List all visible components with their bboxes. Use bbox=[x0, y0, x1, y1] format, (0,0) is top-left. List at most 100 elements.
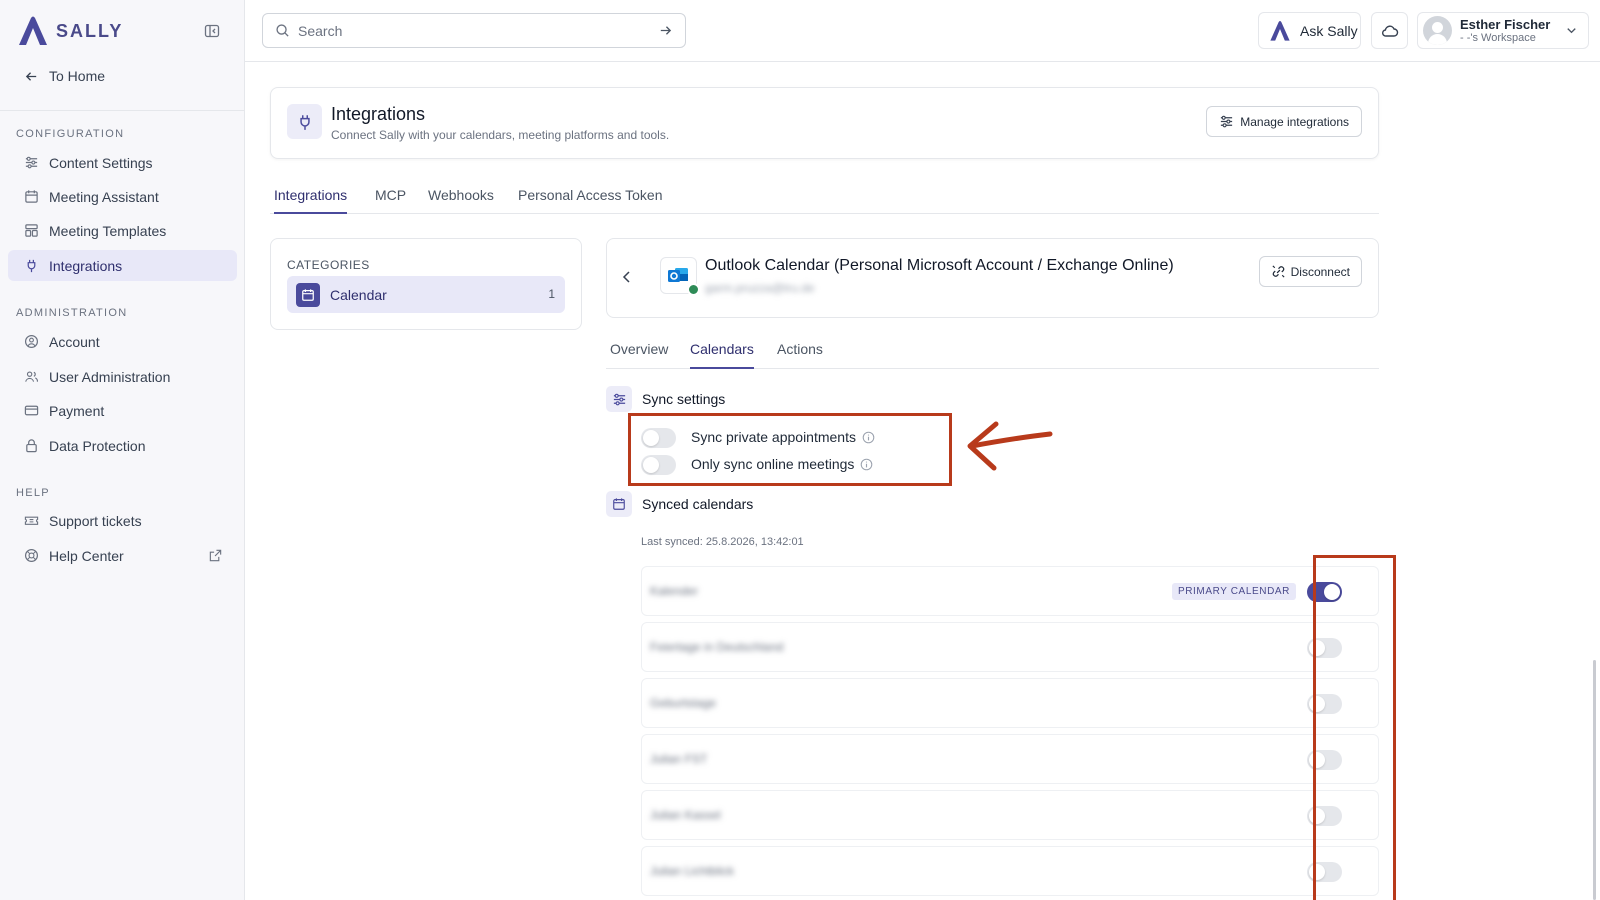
calendar-name: Julian Kassel bbox=[650, 808, 721, 822]
primary-calendar-badge: PRIMARY CALENDAR bbox=[1171, 583, 1296, 600]
sally-logo-icon bbox=[19, 16, 47, 45]
tab-overview[interactable]: Overview bbox=[610, 341, 668, 369]
sliders-icon bbox=[25, 156, 38, 169]
section-configuration: CONFIGURATION bbox=[16, 128, 125, 140]
top-bar: Ask Sally Esther Fischer - -'s Workspace bbox=[245, 0, 1600, 62]
section-administration: ADMINISTRATION bbox=[16, 307, 128, 319]
search-box[interactable] bbox=[262, 13, 686, 48]
ticket-icon bbox=[24, 516, 39, 525]
sidebar-item-meeting-templates[interactable]: Meeting Templates bbox=[8, 215, 237, 246]
tab-webhooks[interactable]: Webhooks bbox=[428, 187, 494, 214]
cloud-icon bbox=[1381, 25, 1398, 37]
template-icon bbox=[25, 224, 38, 237]
sidebar-divider bbox=[0, 110, 245, 111]
calendar-icon bbox=[296, 282, 320, 307]
category-name: Calendar bbox=[330, 286, 387, 303]
sidebar-item-content-settings[interactable]: Content Settings bbox=[8, 147, 237, 178]
lock-icon bbox=[26, 439, 37, 453]
tab-actions[interactable]: Actions bbox=[777, 341, 823, 369]
calendar-name: Feiertage in Deutschland bbox=[650, 640, 784, 654]
lifebuoy-icon bbox=[24, 548, 39, 563]
sidebar-item-label: User Administration bbox=[49, 368, 171, 385]
calendar-row: Geburtstage bbox=[641, 678, 1379, 728]
page-title: Integrations bbox=[331, 104, 426, 124]
unlink-icon bbox=[1272, 265, 1285, 278]
to-home-label: To Home bbox=[49, 68, 106, 84]
user-name: Esther Fischer bbox=[1460, 16, 1551, 32]
calendar-row: Julian Lichtblick bbox=[641, 846, 1379, 896]
brand-name: SALLY bbox=[56, 20, 124, 41]
synced-calendars-title: Synced calendars bbox=[642, 496, 754, 512]
collapse-sidebar-icon[interactable] bbox=[204, 23, 220, 39]
annotation-box-toggles bbox=[1313, 555, 1396, 900]
calendar-icon bbox=[25, 190, 38, 203]
category-calendar[interactable]: Calendar 1 bbox=[287, 276, 565, 313]
calendar-name: Julian FST bbox=[650, 752, 708, 766]
disconnect-button[interactable]: Disconnect bbox=[1258, 256, 1362, 287]
tab-integrations[interactable]: Integrations bbox=[274, 187, 348, 214]
cloud-sync-button[interactable] bbox=[1371, 12, 1408, 49]
external-link-icon bbox=[209, 549, 222, 562]
sally-logo-icon bbox=[1270, 20, 1290, 41]
plug-icon bbox=[27, 259, 36, 273]
categories-label: CATEGORIES bbox=[287, 258, 370, 272]
arrow-left-icon bbox=[25, 71, 37, 81]
annotation-box-sync-settings bbox=[628, 413, 952, 486]
user-menu[interactable]: Esther Fischer - -'s Workspace bbox=[1417, 12, 1589, 49]
sidebar-item-support-tickets[interactable]: Support tickets bbox=[8, 505, 237, 536]
connected-check-icon bbox=[687, 283, 700, 296]
sidebar-item-help-center[interactable]: Help Center bbox=[8, 540, 237, 571]
annotation-arrow-icon bbox=[967, 421, 1053, 471]
sidebar-item-label: Payment bbox=[49, 402, 105, 419]
manage-integrations-label: Manage integrations bbox=[1240, 114, 1349, 129]
page-subtitle: Connect Sally with your calendars, meeti… bbox=[331, 128, 670, 142]
tab-personal-access-token[interactable]: Personal Access Token bbox=[518, 187, 663, 214]
disconnect-label: Disconnect bbox=[1290, 264, 1350, 279]
sidebar-item-account[interactable]: Account bbox=[8, 326, 237, 357]
calendar-name: Geburtstage bbox=[650, 696, 717, 710]
chevron-down-icon bbox=[1567, 28, 1577, 34]
sidebar-item-label: Meeting Templates bbox=[49, 222, 167, 239]
sidebar-item-label: Support tickets bbox=[49, 512, 142, 529]
sidebar-item-data-protection[interactable]: Data Protection bbox=[8, 430, 237, 461]
sidebar-item-label: Data Protection bbox=[49, 437, 146, 454]
section-help: HELP bbox=[16, 487, 50, 499]
chevron-left-icon[interactable] bbox=[619, 269, 635, 285]
tab-calendars[interactable]: Calendars bbox=[690, 341, 754, 369]
integration-title: Outlook Calendar (Personal Microsoft Acc… bbox=[705, 257, 1174, 274]
brand-logo[interactable]: SALLY bbox=[16, 14, 123, 48]
account-email: garm.pruzza@tru.de bbox=[705, 281, 815, 295]
users-icon bbox=[25, 371, 38, 382]
sidebar-item-label: Integrations bbox=[49, 257, 123, 274]
calendar-row: Julian Kassel bbox=[641, 790, 1379, 840]
sidebar-item-label: Help Center bbox=[49, 547, 124, 564]
manage-integrations-button[interactable]: Manage integrations bbox=[1206, 106, 1362, 137]
calendar-name: Julian Lichtblick bbox=[650, 864, 735, 878]
calendar-name: Kalender bbox=[650, 584, 699, 598]
sidebar-item-label: Content Settings bbox=[49, 154, 153, 171]
sidebar-item-meeting-assistant[interactable]: Meeting Assistant bbox=[8, 181, 237, 212]
avatar bbox=[1423, 16, 1452, 45]
sliders-icon bbox=[1221, 115, 1233, 128]
search-input[interactable] bbox=[298, 22, 650, 39]
sidebar-item-integrations[interactable]: Integrations bbox=[8, 250, 237, 281]
calendar-icon bbox=[606, 491, 632, 517]
sidebar: SALLY To Home CONFIGURATION Content Sett… bbox=[0, 0, 245, 900]
to-home-link[interactable]: To Home bbox=[24, 68, 105, 84]
sync-settings-title: Sync settings bbox=[642, 391, 726, 407]
calendar-row: Julian FST bbox=[641, 734, 1379, 784]
search-icon bbox=[276, 24, 289, 37]
categories-card: CATEGORIES Calendar 1 bbox=[270, 238, 582, 330]
sidebar-item-user-administration[interactable]: User Administration bbox=[8, 361, 237, 392]
arrow-right-icon[interactable] bbox=[658, 23, 673, 38]
sync-settings-heading: Sync settings bbox=[606, 386, 725, 412]
sidebar-item-payment[interactable]: Payment bbox=[8, 395, 237, 426]
integration-detail-card: Outlook Calendar (Personal Microsoft Acc… bbox=[606, 238, 1379, 318]
sidebar-item-label: Meeting Assistant bbox=[49, 188, 159, 205]
scrollbar[interactable] bbox=[1593, 660, 1596, 900]
ask-sally-button[interactable]: Ask Sally bbox=[1258, 12, 1361, 49]
plug-icon bbox=[287, 104, 322, 139]
integration-tabs: Integrations MCP Webhooks Personal Acces… bbox=[270, 181, 1379, 214]
tab-mcp[interactable]: MCP bbox=[375, 187, 406, 214]
category-count: 1 bbox=[548, 287, 555, 301]
